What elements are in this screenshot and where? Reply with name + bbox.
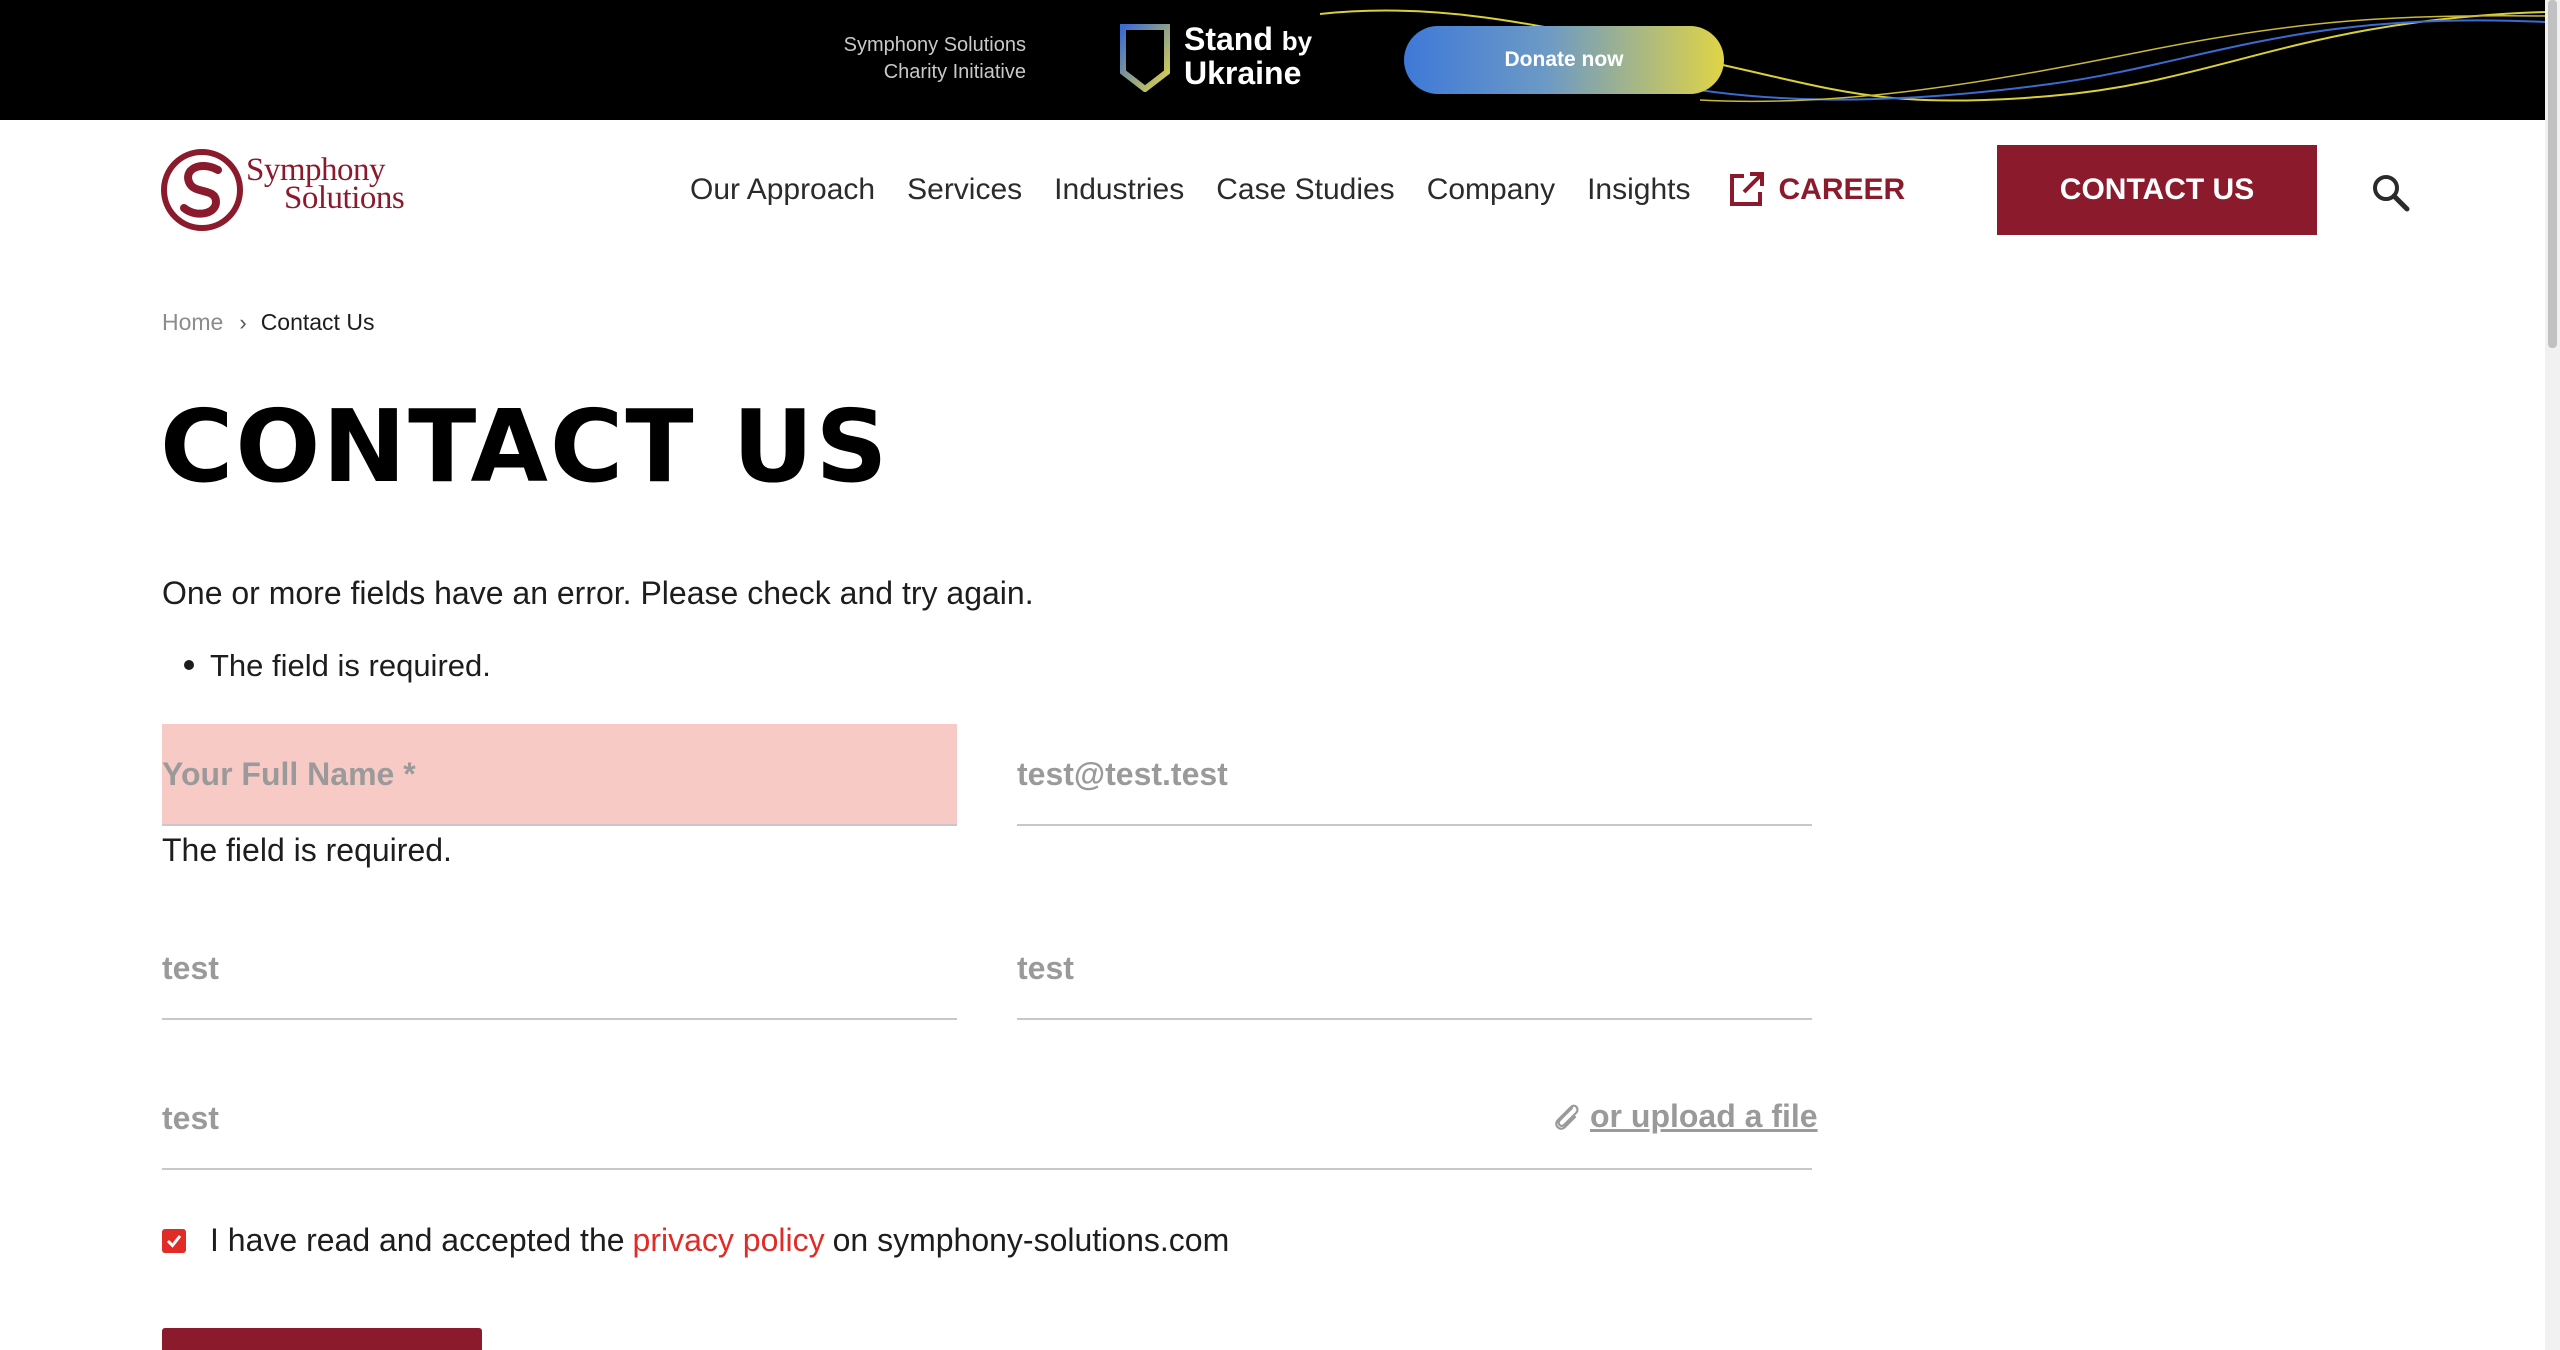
privacy-policy-link[interactable]: privacy policy bbox=[633, 1222, 825, 1259]
charity-initiative-text: Symphony Solutions Charity Initiative bbox=[760, 32, 1026, 86]
stand-by-ukraine-logo[interactable]: Stand by Ukraine bbox=[1120, 22, 1320, 94]
charity-banner: Symphony Solutions Charity Initiative St… bbox=[0, 0, 2545, 120]
contact-field-3-input[interactable] bbox=[162, 918, 957, 1020]
logo-wordmark: Symphony Solutions bbox=[246, 154, 405, 216]
nav-services[interactable]: Services bbox=[907, 173, 1022, 207]
nav-company[interactable]: Company bbox=[1427, 173, 1555, 207]
breadcrumb-chevron-icon: › bbox=[239, 309, 247, 335]
stand-word: Stand bbox=[1184, 21, 1273, 57]
full-name-error: The field is required. bbox=[162, 832, 452, 868]
breadcrumb-current: Contact Us bbox=[260, 309, 375, 335]
external-link-icon bbox=[1730, 172, 1765, 206]
main-navigation: Our Approach Services Industries Case St… bbox=[690, 120, 1953, 260]
contact-us-button[interactable]: CONTACT US bbox=[1997, 145, 2317, 235]
donate-now-button[interactable]: Donate now bbox=[1404, 26, 1724, 94]
nav-case-studies[interactable]: Case Studies bbox=[1216, 173, 1394, 207]
by-word: by bbox=[1281, 26, 1313, 56]
breadcrumb: Home › Contact Us bbox=[162, 309, 374, 336]
page-scrollbar[interactable] bbox=[2545, 0, 2560, 1350]
charity-line2: Charity Initiative bbox=[883, 61, 1026, 83]
charity-line1: Symphony Solutions bbox=[843, 34, 1026, 56]
symphony-solutions-logo[interactable]: Symphony Solutions bbox=[160, 148, 420, 232]
search-icon[interactable] bbox=[2370, 172, 2410, 212]
upload-file-link[interactable]: or upload a file bbox=[1550, 1098, 1818, 1135]
full-name-input[interactable] bbox=[162, 724, 957, 826]
nav-industries[interactable]: Industries bbox=[1054, 173, 1184, 207]
submit-button[interactable] bbox=[162, 1328, 482, 1350]
nav-career[interactable]: CAREER bbox=[1726, 170, 1905, 210]
email-input[interactable] bbox=[1017, 724, 1812, 826]
consent-text-after: on symphony-solutions.com bbox=[832, 1222, 1230, 1258]
form-error-list: The field is required. bbox=[210, 648, 491, 684]
upload-file-label: or upload a file bbox=[1590, 1098, 1818, 1134]
stand-by-text: Stand by bbox=[1184, 22, 1312, 58]
ukraine-shield-icon bbox=[1120, 24, 1170, 92]
ukraine-word: Ukraine bbox=[1184, 55, 1302, 91]
privacy-consent-checkbox[interactable] bbox=[162, 1228, 186, 1253]
logo-line2: Solutions bbox=[284, 180, 405, 216]
career-label: CAREER bbox=[1778, 173, 1906, 206]
form-error-item: The field is required. bbox=[210, 648, 491, 683]
privacy-consent: I have read and accepted the privacy pol… bbox=[162, 1222, 1229, 1259]
paperclip-icon bbox=[1555, 1104, 1579, 1130]
consent-text-before: I have read and accepted the bbox=[210, 1222, 625, 1258]
page-title: CONTACT US bbox=[160, 388, 890, 505]
nav-our-approach[interactable]: Our Approach bbox=[690, 173, 875, 207]
form-error-message: One or more fields have an error. Please… bbox=[162, 575, 1034, 611]
checkmark-icon bbox=[166, 1234, 182, 1248]
site-header: Symphony Solutions Our Approach Services… bbox=[0, 120, 2545, 260]
symphony-logo-mark-icon bbox=[161, 149, 243, 231]
breadcrumb-home[interactable]: Home bbox=[162, 309, 223, 336]
nav-insights[interactable]: Insights bbox=[1587, 173, 1690, 207]
contact-field-4-input[interactable] bbox=[1017, 918, 1812, 1020]
scrollbar-thumb[interactable] bbox=[2548, 0, 2557, 348]
